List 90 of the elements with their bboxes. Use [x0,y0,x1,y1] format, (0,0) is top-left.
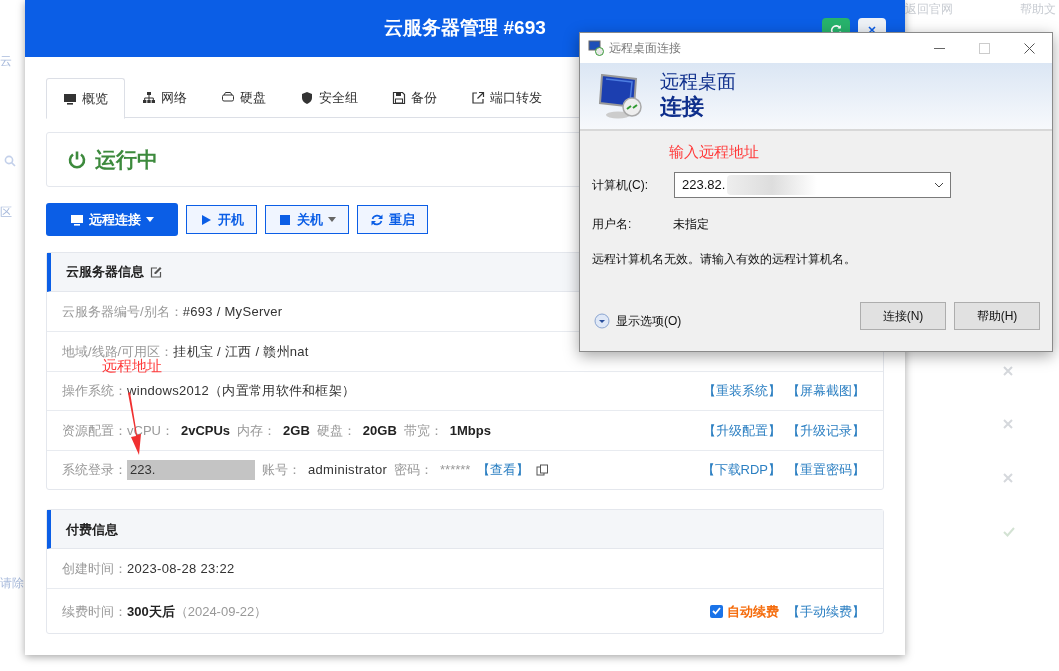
field-value: 300天后 [127,602,175,621]
cross-icon [1003,473,1013,483]
minimize-icon [934,47,945,49]
link[interactable]: 【查看】 [477,460,530,480]
field-label: 云服务器编号/别名： [62,302,183,321]
field-label: 带宽： [403,421,443,440]
tab[interactable]: 硬盘 [204,78,283,118]
page-text: 云 [0,53,12,70]
field-label: 内存： [237,421,277,440]
cross-icon [1003,419,1013,429]
tab[interactable]: 端口转发 [454,78,559,118]
action-button[interactable]: 开机 [186,205,257,234]
check-icon [1003,527,1015,537]
field-label: 续费时间： [62,602,127,621]
page-text: 区 [0,204,12,221]
link[interactable]: 【手动续费】 [787,601,865,622]
card-title: 云服务器信息 [66,263,144,282]
field-label: ****** [440,461,471,480]
maximize-icon [979,42,990,54]
annotation-text: 远程地址 [102,357,162,374]
play-icon [199,212,213,227]
link[interactable]: 【升级配置】 [703,420,781,441]
field-value: 1Mbps [449,421,491,440]
link[interactable]: 【重装系统】 [703,381,781,401]
close-icon [1024,42,1035,54]
shield-icon [300,91,314,105]
external-link-icon [471,91,485,105]
cross-icon [1003,366,1013,376]
field-label: 账号： [262,461,301,480]
edit-icon [150,266,162,278]
modal-title: 云服务器管理 #693 [384,16,546,41]
action-button[interactable]: 重启 [357,205,428,234]
app-icon [588,40,604,56]
power-icon [67,149,87,170]
link[interactable]: 【升级记录】 [787,420,865,441]
field-label: 地域/线路/可用区： [62,342,174,359]
error-message: 远程计算机名无效。请输入有效的远程计算机名。 [592,250,857,268]
monitor-icon [63,91,77,106]
field-label: 资源配置： [62,421,127,440]
field-label: 创建时间： [62,560,127,579]
field-value: #693 / MyServer [182,302,283,321]
stop-icon [278,212,292,227]
checkbox-label: 自动续费 [727,602,779,621]
field-value: 223.82. [682,175,726,194]
annotation-text: 输入远程地址 [669,142,759,162]
search-icon [4,155,16,167]
computer-field[interactable]: 223.82. [674,171,951,198]
link[interactable]: 【重置密码】 [787,460,865,480]
monitor-icon [70,212,84,227]
network-icon [142,91,156,105]
field-label: 计算机(C): [592,176,649,194]
banner-title: 远程桌面 [660,71,736,95]
tab[interactable]: 网络 [125,78,204,118]
field-value: windows2012（内置常用软件和框架） [127,382,356,401]
page-text: 请除 [0,575,24,592]
hard-drive-icon [221,91,235,105]
field-value: 未指定 [673,215,709,233]
field-label: 用户名: [592,215,633,233]
field-label: 硬盘： [316,421,356,440]
chevron-down-icon [594,312,610,329]
action-button[interactable]: 远程连接 [46,203,178,236]
card-title: 付费信息 [66,520,118,539]
field-value: 2GB [283,421,310,440]
field-label: （2024-09-22） [174,602,268,621]
copy-icon [536,463,550,477]
link[interactable]: 【下载RDP】 [701,460,781,480]
refresh-icon [370,212,384,227]
field-value: 2vCPUs [180,421,231,440]
options-toggle[interactable]: 显示选项(O) [594,311,682,330]
status-text: 运行中 [95,146,158,173]
field-value: 20GB [362,421,397,440]
chevron-down-icon [934,181,944,188]
field-value: 2023-08-28 23:22 [127,560,235,579]
checkbox[interactable] [710,604,723,618]
address-value: 223. [127,460,255,480]
tab[interactable]: 安全组 [283,78,375,118]
close-icon [868,26,876,34]
action-button[interactable]: 关机 [265,205,349,234]
field-label: 密码： [394,461,434,480]
field-label: 操作系统： [62,382,127,401]
link[interactable]: 【屏幕截图】 [787,381,865,401]
field-label: 系统登录： [62,461,127,480]
field-value: administrator [308,461,388,480]
banner-title: 连接 [660,94,705,121]
dialog-button[interactable]: 连接(N) [860,301,946,330]
field-value: 挂机宝 / 江西 / 赣州nat [173,342,309,361]
window-title: 远程桌面连接 [609,40,681,57]
tab[interactable]: 概览 [46,78,125,119]
tab[interactable]: 备份 [375,78,454,118]
dialog-button[interactable]: 帮助(H) [954,301,1040,330]
